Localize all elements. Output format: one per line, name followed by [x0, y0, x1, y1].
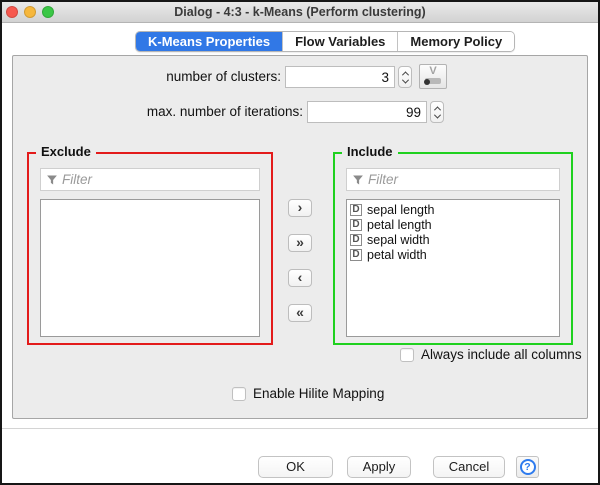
column-name: sepal length — [367, 203, 434, 217]
help-icon: ? — [520, 459, 536, 475]
help-button[interactable]: ? — [516, 456, 539, 478]
column-name: sepal width — [367, 233, 430, 247]
always-include-checkbox[interactable] — [400, 348, 414, 362]
clusters-label: number of clusters: — [61, 66, 281, 88]
spinner-down-icon — [401, 76, 408, 83]
exclude-title: Exclude — [36, 144, 96, 159]
title-bar: Dialog - 4:3 - k-Means (Perform clusteri… — [2, 2, 598, 23]
iterations-spinner[interactable] — [430, 101, 444, 123]
iterations-input[interactable] — [307, 101, 427, 123]
iterations-label: max. number of iterations: — [83, 101, 303, 123]
column-type-icon: D — [350, 234, 362, 246]
zoom-button[interactable] — [42, 6, 54, 18]
include-list[interactable]: Dsepal lengthDpetal lengthDsepal widthDp… — [346, 199, 560, 337]
remove-column-button[interactable]: ‹ — [288, 269, 312, 287]
footer-divider — [2, 428, 598, 429]
include-filter-box — [346, 168, 560, 191]
column-type-icon: D — [350, 219, 362, 231]
tab-memory-policy[interactable]: Memory Policy — [398, 32, 514, 51]
cancel-button[interactable]: Cancel — [433, 456, 505, 478]
always-include-label: Always include all columns — [421, 347, 582, 362]
minimize-button[interactable] — [24, 6, 36, 18]
filter-funnel-icon — [46, 174, 58, 186]
exclude-panel: Exclude — [27, 152, 273, 345]
column-type-icon: D — [350, 204, 362, 216]
column-name: petal width — [367, 248, 427, 262]
hilite-label: Enable Hilite Mapping — [253, 386, 384, 401]
remove-all-columns-button[interactable]: « — [288, 304, 312, 322]
tab-kmeans-properties[interactable]: K-Means Properties — [136, 32, 283, 51]
hilite-row: Enable Hilite Mapping — [232, 386, 384, 401]
filter-funnel-icon — [352, 174, 364, 186]
column-list-item[interactable]: Dsepal length — [347, 202, 559, 217]
exclude-filter-input[interactable] — [62, 172, 254, 187]
column-list-item[interactable]: Dpetal width — [347, 247, 559, 262]
always-include-row: Always include all columns — [400, 347, 582, 362]
column-list-item[interactable]: Dsepal width — [347, 232, 559, 247]
column-type-icon: D — [350, 249, 362, 261]
flow-variable-icon: V — [420, 65, 446, 77]
include-filter-input[interactable] — [368, 172, 554, 187]
tab-flow-variables[interactable]: Flow Variables — [283, 32, 398, 51]
tab-bar: K-Means Properties Flow Variables Memory… — [135, 31, 515, 52]
close-button[interactable] — [6, 6, 18, 18]
clusters-spinner[interactable] — [398, 66, 412, 88]
column-name: petal length — [367, 218, 432, 232]
dialog-window: Dialog - 4:3 - k-Means (Perform clusteri… — [0, 0, 600, 485]
traffic-lights — [6, 6, 54, 18]
window-title: Dialog - 4:3 - k-Means (Perform clusteri… — [174, 5, 425, 19]
spinner-down-icon — [433, 111, 440, 118]
apply-button[interactable]: Apply — [347, 456, 411, 478]
ok-button[interactable]: OK — [258, 456, 333, 478]
include-panel: Include Dsepal lengthDpetal lengthDsepal… — [333, 152, 573, 345]
flow-variable-button[interactable]: V — [419, 64, 447, 89]
add-all-columns-button[interactable]: » — [288, 234, 312, 252]
column-list-item[interactable]: Dpetal length — [347, 217, 559, 232]
clusters-input[interactable] — [285, 66, 395, 88]
exclude-list[interactable] — [40, 199, 260, 337]
hilite-checkbox[interactable] — [232, 387, 246, 401]
add-column-button[interactable]: › — [288, 199, 312, 217]
exclude-filter-box — [40, 168, 260, 191]
include-title: Include — [342, 144, 398, 159]
flow-variable-port-dot — [424, 79, 430, 85]
